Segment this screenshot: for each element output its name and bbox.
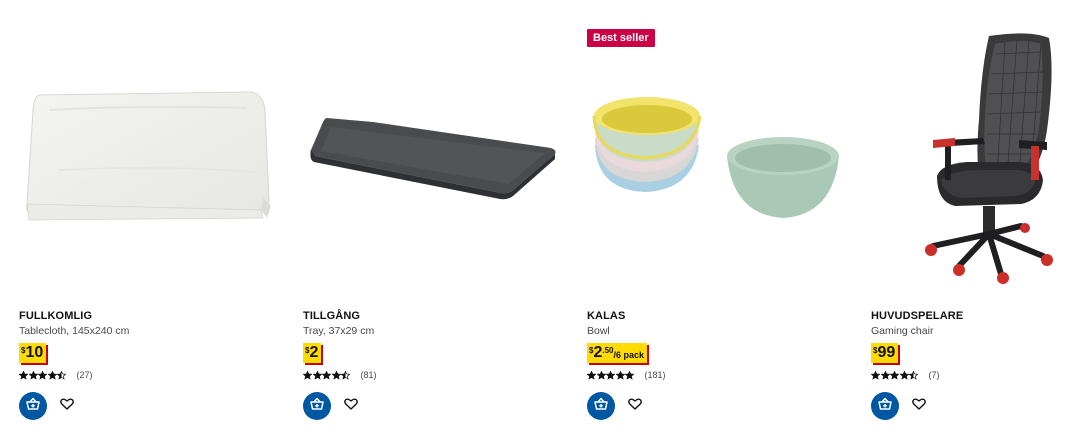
star-icon [19,370,28,380]
product-description: Tablecloth, 145x240 cm [19,325,130,337]
product-price: $ 10 [19,343,47,363]
rating-stars [587,370,635,380]
tablecloth-image[interactable] [19,30,287,290]
add-to-cart-button[interactable] [303,392,331,420]
product-price: $ 2 [303,343,322,363]
product-name[interactable]: FULLKOMLIG [19,310,92,322]
heart-icon [912,397,926,416]
star-icon [47,370,57,380]
rating-stars [303,370,351,380]
price-unit: /6 pack [613,350,645,360]
star-icon [606,370,615,380]
product-description: Bowl [587,325,610,337]
star-icon [587,370,596,380]
gaming-chair-image[interactable] [871,30,1080,290]
product-name[interactable]: HUVUDSPELARE [871,310,963,322]
add-to-cart-button[interactable] [871,392,899,420]
star-icon [331,370,341,380]
rating-count: (81) [360,370,377,380]
star-icon [890,370,899,380]
product-rating: (27) [19,369,93,381]
product-description: Gaming chair [871,325,934,337]
product-grid: FULLKOMLIG Tablecloth, 145x240 cm $ 10 (… [0,0,1080,445]
star-icon [28,370,38,380]
star-icon [38,370,47,380]
star-icon [341,370,350,380]
star-icon [625,370,634,380]
star-icon [57,370,66,380]
bowls-image[interactable] [587,30,855,290]
price-integer: 2 [309,344,319,361]
product-card[interactable]: FULLKOMLIG Tablecloth, 145x240 cm $ 10 (… [19,0,303,445]
star-icon [909,370,918,380]
star-icon [312,370,322,380]
price-integer: 2 [593,344,603,361]
product-name[interactable]: TILLGÅNG [303,310,360,322]
add-to-cart-icon [877,396,893,417]
favourite-button[interactable] [57,396,77,416]
star-icon [303,370,312,380]
add-to-cart-icon [309,396,325,417]
product-description: Tray, 37x29 cm [303,325,375,337]
price-integer: 99 [877,344,896,361]
product-rating: (181) [587,369,666,381]
add-to-cart-icon [25,396,41,417]
product-rating: (81) [303,369,377,381]
heart-icon [628,397,642,416]
favourite-button[interactable] [625,396,645,416]
add-to-cart-button[interactable] [587,392,615,420]
product-card[interactable]: HUVUDSPELARE Gaming chair $ 99 (7) [871,0,1080,445]
star-icon [615,370,625,380]
heart-icon [60,397,74,416]
product-name[interactable]: KALAS [587,310,625,322]
rating-stars [871,370,919,380]
product-card[interactable]: Best seller KALAS Bowl $ 2 .50 /6 pack (… [587,0,871,445]
add-to-cart-icon [593,396,609,417]
favourite-button[interactable] [909,396,929,416]
star-icon [871,370,880,380]
rating-stars [19,370,67,380]
favourite-button[interactable] [341,396,361,416]
rating-count: (181) [644,370,666,380]
rating-count: (27) [76,370,93,380]
product-price: $ 2 .50 /6 pack [587,343,648,363]
star-icon [880,370,890,380]
star-icon [899,370,909,380]
star-icon [322,370,331,380]
heart-icon [344,397,358,416]
star-icon [596,370,606,380]
product-price: $ 99 [871,343,899,363]
rating-count: (7) [928,370,940,380]
add-to-cart-button[interactable] [19,392,47,420]
product-card[interactable]: TILLGÅNG Tray, 37x29 cm $ 2 (81) [303,0,587,445]
price-integer: 10 [25,344,44,361]
product-rating: (7) [871,369,940,381]
tray-image[interactable] [303,30,571,290]
price-decimal: .50 [602,346,614,355]
